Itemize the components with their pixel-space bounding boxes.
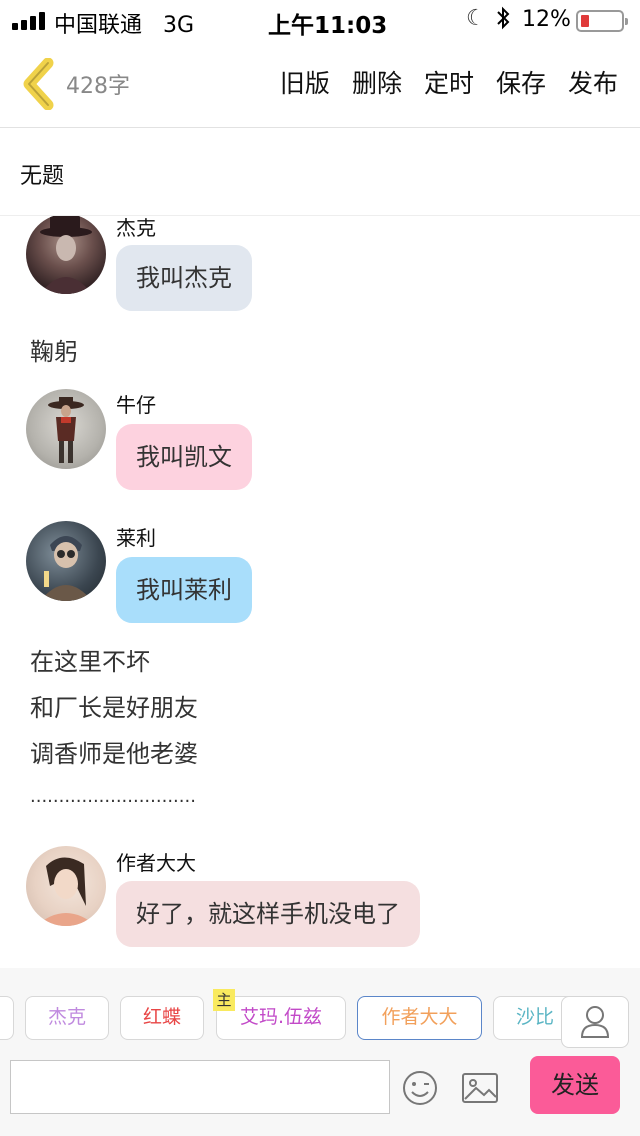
character-chip-selected[interactable]: 作者大大 xyxy=(357,996,482,1040)
narration-line: 在这里不坏 xyxy=(30,648,150,676)
add-character-button[interactable] xyxy=(561,996,629,1048)
message-bubble[interactable]: 我叫杰克 xyxy=(116,245,252,311)
speaker-name: 杰克 xyxy=(116,216,156,240)
character-chip-main[interactable]: 主 艾玛.伍兹 xyxy=(213,989,346,1040)
back-chevron-icon xyxy=(23,57,54,111)
speaker-name: 作者大大 xyxy=(116,851,196,875)
bluetooth-icon xyxy=(496,6,510,36)
post-title: 无题 xyxy=(20,164,65,189)
narration-ellipsis: ............................. xyxy=(30,786,196,807)
composer-panel: 杰克 红蝶 主 艾玛.伍兹 作者大大 沙比 发送 xyxy=(0,968,640,1136)
battery-percent: 12% xyxy=(522,7,571,32)
battery-icon xyxy=(576,10,628,32)
character-chip-partial[interactable] xyxy=(0,996,14,1040)
back-button[interactable] xyxy=(18,57,58,111)
image-button[interactable] xyxy=(460,1068,500,1108)
story-content: 杰克 我叫杰克 鞠躬 牛仔 我叫凯文 莱利 我叫莱利 在这里不坏 和厂长是好朋友… xyxy=(0,216,640,968)
message-bubble[interactable]: 我叫凯文 xyxy=(116,424,252,490)
avatar-cowboy xyxy=(26,389,106,469)
title-field[interactable]: 无题 xyxy=(0,128,640,216)
narration-line: 调香师是他老婆 xyxy=(30,740,198,768)
old-version-button[interactable]: 旧版 xyxy=(280,64,330,100)
speaker-name: 牛仔 xyxy=(116,393,156,417)
character-chip[interactable]: 杰克 xyxy=(25,996,109,1040)
status-bar: 中国联通 3G 上午11:03 ☾ 12% xyxy=(0,0,640,40)
send-button[interactable]: 发送 xyxy=(530,1056,620,1114)
delete-button[interactable]: 删除 xyxy=(352,64,402,100)
save-button[interactable]: 保存 xyxy=(496,64,546,100)
do-not-disturb-icon: ☾ xyxy=(466,6,486,31)
clock: 上午11:03 xyxy=(268,13,388,39)
nav-actions: 旧版 删除 定时 保存 发布 xyxy=(280,64,618,100)
speaker-name: 莱利 xyxy=(116,526,156,550)
main-role-badge: 主 xyxy=(213,989,235,1011)
message-bubble[interactable]: 我叫莱利 xyxy=(116,557,252,623)
schedule-button[interactable]: 定时 xyxy=(424,64,474,100)
word-count: 428字 xyxy=(66,74,130,99)
nav-bar: 428字 旧版 删除 定时 保存 发布 xyxy=(0,40,640,128)
avatar-jack xyxy=(26,216,106,294)
character-chip-label: 艾玛.伍兹 xyxy=(239,1006,323,1028)
narration-line: 和厂长是好朋友 xyxy=(30,694,198,722)
avatar-riley xyxy=(26,521,106,601)
image-icon xyxy=(462,1073,498,1103)
user-icon xyxy=(580,1006,610,1038)
character-chip[interactable]: 红蝶 xyxy=(120,996,204,1040)
message-input[interactable] xyxy=(10,1060,390,1114)
emoji-icon xyxy=(403,1071,437,1105)
signal-icon xyxy=(12,12,45,30)
emoji-button[interactable] xyxy=(400,1068,440,1108)
carrier-label: 中国联通 3G xyxy=(54,13,195,38)
narration-line: 鞠躬 xyxy=(30,338,78,366)
publish-button[interactable]: 发布 xyxy=(568,64,618,100)
message-bubble[interactable]: 好了，就这样手机没电了 xyxy=(116,881,420,947)
avatar-author xyxy=(26,846,106,926)
